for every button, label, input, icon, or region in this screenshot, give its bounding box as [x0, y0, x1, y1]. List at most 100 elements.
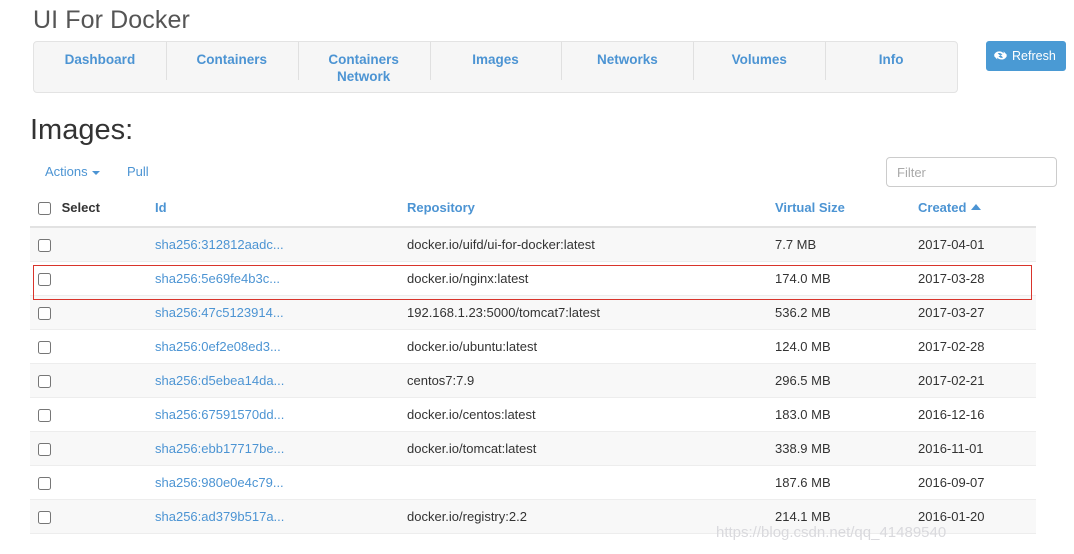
images-table: Select Id Repository Virtual Size Create…: [30, 200, 1036, 534]
table-cell-repository: docker.io/centos:latest: [407, 397, 775, 431]
tab-label: Images: [472, 51, 519, 68]
row-select-checkbox[interactable]: [38, 341, 51, 354]
actions-dropdown-button[interactable]: Actions: [45, 164, 100, 179]
tab-label: Containers: [197, 51, 268, 68]
table-header-row: Select Id Repository Virtual Size Create…: [30, 200, 1036, 227]
column-header-select-label: Select: [62, 200, 100, 215]
row-select-checkbox[interactable]: [38, 307, 51, 320]
pull-button[interactable]: Pull: [127, 164, 149, 179]
table-row[interactable]: sha256:67591570dd... docker.io/centos:lat…: [30, 397, 1036, 431]
table-body: sha256:312812aadc... docker.io/uifd/ui-fo…: [30, 227, 1036, 533]
row-select-checkbox[interactable]: [38, 273, 51, 286]
filter-input[interactable]: [886, 157, 1057, 187]
table-cell-select: [30, 227, 155, 261]
row-select-checkbox[interactable]: [38, 375, 51, 388]
actions-dropdown-label: Actions: [45, 164, 88, 179]
table-cell-id: sha256:312812aadc...: [155, 227, 407, 261]
table-cell-id: sha256:ebb17717be...: [155, 431, 407, 465]
table-row[interactable]: sha256:0ef2e08ed3... docker.io/ubuntu:lat…: [30, 329, 1036, 363]
image-id-link[interactable]: sha256:0ef2e08ed3...: [155, 339, 281, 354]
column-header-created[interactable]: Created: [918, 200, 1036, 227]
table-cell-select: [30, 295, 155, 329]
table-row[interactable]: sha256:47c5123914...192.168.1.23:5000/to…: [30, 295, 1036, 329]
tab-volumes[interactable]: Volumes: [693, 42, 825, 92]
refresh-button[interactable]: Refresh: [986, 41, 1066, 71]
table-row[interactable]: sha256:5e69fe4b3c... docker.io/nginx:late…: [30, 261, 1036, 295]
table-cell-repository: centos7:7.9: [407, 363, 775, 397]
table-cell-id: sha256:980e0e4c79...: [155, 465, 407, 499]
row-select-checkbox[interactable]: [38, 443, 51, 456]
image-id-link[interactable]: sha256:67591570dd...: [155, 407, 284, 422]
table-cell-select: [30, 261, 155, 295]
table-cell-virtual-size: 338.9 MB: [775, 431, 918, 465]
table-cell-id: sha256:67591570dd...: [155, 397, 407, 431]
table-cell-repository: docker.io/nginx:latest: [407, 261, 775, 295]
row-select-checkbox[interactable]: [38, 511, 51, 524]
table-row[interactable]: sha256:d5ebea14da... centos7:7.9296.5 MB2…: [30, 363, 1036, 397]
tab-label: Containers Network: [328, 51, 399, 85]
select-all-checkbox[interactable]: [38, 202, 51, 215]
main-navigation: Dashboard Containers Containers Network …: [33, 41, 958, 93]
app-title: UI For Docker: [33, 5, 190, 35]
column-header-repository[interactable]: Repository: [407, 200, 775, 227]
table-cell-select: [30, 363, 155, 397]
table-cell-repository: docker.io/tomcat:latest: [407, 431, 775, 465]
tab-images[interactable]: Images: [430, 42, 562, 92]
table-cell-created: 2016-11-01: [918, 431, 1036, 465]
table-cell-virtual-size: 296.5 MB: [775, 363, 918, 397]
app-root: UI For Docker Dashboard Containers Conta…: [0, 0, 1074, 554]
tab-label: Info: [879, 51, 904, 68]
table-row[interactable]: sha256:ebb17717be... docker.io/tomcat:lat…: [30, 431, 1036, 465]
caret-up-icon: [971, 204, 981, 210]
tab-info[interactable]: Info: [825, 42, 957, 92]
tab-label: Networks: [597, 51, 658, 68]
column-header-select: Select: [30, 200, 155, 227]
table-cell-select: [30, 397, 155, 431]
image-id-link[interactable]: sha256:d5ebea14da...: [155, 373, 284, 388]
table-cell-repository: docker.io/uifd/ui-for-docker:latest: [407, 227, 775, 261]
tab-containers-network[interactable]: Containers Network: [298, 42, 430, 92]
image-id-link[interactable]: sha256:47c5123914...: [155, 305, 284, 320]
table-cell-virtual-size: 174.0 MB: [775, 261, 918, 295]
table-header: Select Id Repository Virtual Size Create…: [30, 200, 1036, 227]
table-cell-repository: [407, 465, 775, 499]
table-cell-id: sha256:ad379b517a...: [155, 499, 407, 533]
column-header-virtual-size[interactable]: Virtual Size: [775, 200, 918, 227]
table-cell-created: 2017-02-21: [918, 363, 1036, 397]
table-row[interactable]: sha256:312812aadc... docker.io/uifd/ui-fo…: [30, 227, 1036, 261]
tab-containers[interactable]: Containers: [166, 42, 298, 92]
table-cell-created: 2017-04-01: [918, 227, 1036, 261]
table-cell-id: sha256:d5ebea14da...: [155, 363, 407, 397]
tab-label: Dashboard: [65, 51, 136, 68]
table-cell-created: 2016-12-16: [918, 397, 1036, 431]
column-header-created-label: Created: [918, 200, 966, 215]
column-header-repository-label: Repository: [407, 200, 475, 215]
image-id-link[interactable]: sha256:ad379b517a...: [155, 509, 284, 524]
row-select-checkbox[interactable]: [38, 409, 51, 422]
row-select-checkbox[interactable]: [38, 239, 51, 252]
tab-networks[interactable]: Networks: [561, 42, 693, 92]
table-cell-repository: docker.io/ubuntu:latest: [407, 329, 775, 363]
image-id-link[interactable]: sha256:5e69fe4b3c...: [155, 271, 280, 286]
image-id-link[interactable]: sha256:980e0e4c79...: [155, 475, 284, 490]
column-header-id[interactable]: Id: [155, 200, 407, 227]
tab-label: Volumes: [732, 51, 787, 68]
table-cell-virtual-size: 183.0 MB: [775, 397, 918, 431]
watermark: https://blog.csdn.net/qq_41489540: [716, 524, 946, 541]
table-cell-created: 2017-03-28: [918, 261, 1036, 295]
table-cell-id: sha256:5e69fe4b3c...: [155, 261, 407, 295]
image-id-link[interactable]: sha256:312812aadc...: [155, 237, 284, 252]
table-cell-virtual-size: 7.7 MB: [775, 227, 918, 261]
refresh-button-label: Refresh: [1012, 49, 1056, 63]
table-cell-select: [30, 499, 155, 533]
column-header-id-label: Id: [155, 200, 167, 215]
table-cell-id: sha256:0ef2e08ed3...: [155, 329, 407, 363]
table-cell-select: [30, 465, 155, 499]
table-row[interactable]: sha256:980e0e4c79...187.6 MB2016-09-07: [30, 465, 1036, 499]
table-cell-created: 2016-09-07: [918, 465, 1036, 499]
image-id-link[interactable]: sha256:ebb17717be...: [155, 441, 284, 456]
table-cell-id: sha256:47c5123914...: [155, 295, 407, 329]
table-cell-select: [30, 431, 155, 465]
tab-dashboard[interactable]: Dashboard: [34, 42, 166, 92]
row-select-checkbox[interactable]: [38, 477, 51, 490]
